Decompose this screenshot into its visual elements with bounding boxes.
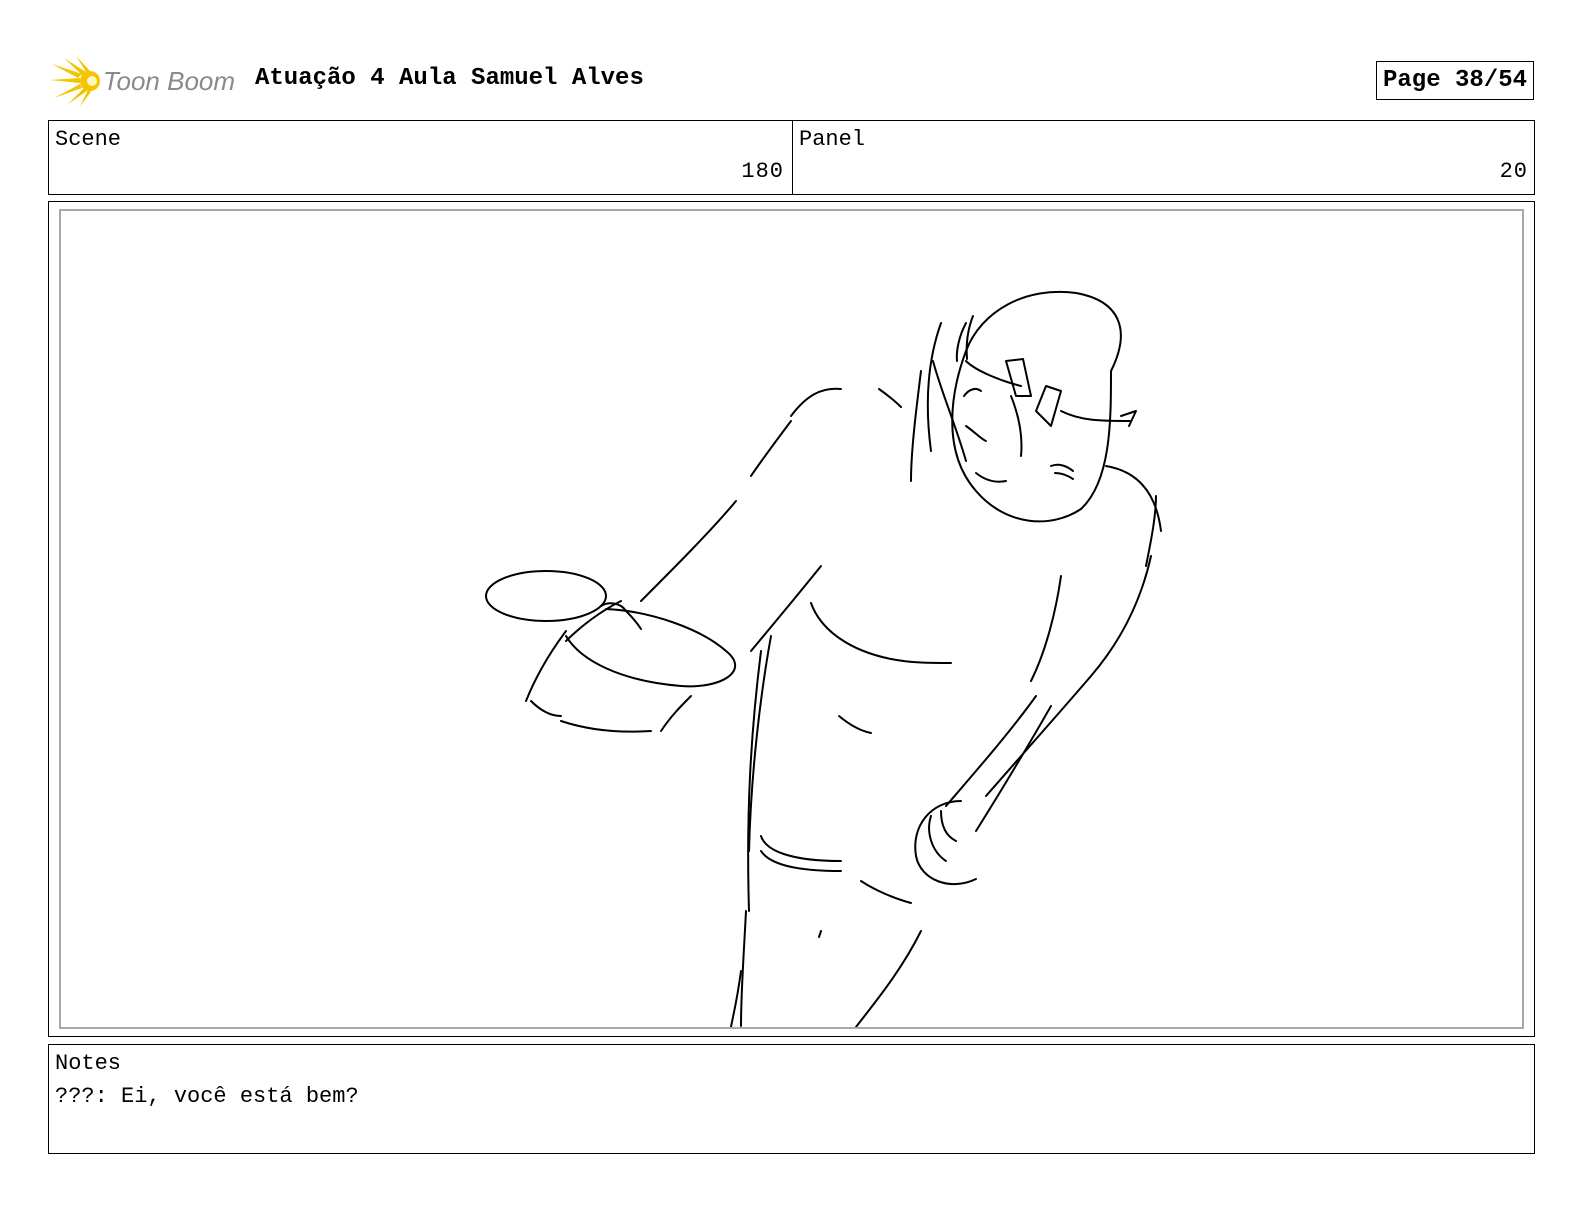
project-title: Atuação 4 Aula Samuel Alves: [255, 65, 644, 92]
notes-text: ???: Ei, você está bem?: [55, 1084, 359, 1109]
panel-frame: [48, 201, 1535, 1037]
panel-label: Panel: [799, 127, 866, 152]
logo-wordmark: Toon Boom: [103, 66, 235, 96]
character-sketch: [485, 290, 1162, 1027]
toon-boom-logo: Toon Boom: [50, 56, 240, 106]
panel-number: 20: [1499, 159, 1528, 184]
info-divider: [792, 121, 793, 194]
notes-section: Notes ???: Ei, você está bem?: [48, 1044, 1535, 1154]
page-indicator: Page 38/54: [1376, 61, 1534, 100]
toon-boom-burst-icon: Toon Boom: [50, 56, 235, 106]
panel-image-area: [59, 209, 1524, 1029]
scene-number: 180: [741, 159, 784, 184]
notes-label: Notes: [55, 1051, 122, 1076]
scene-label: Scene: [55, 127, 122, 152]
scene-panel-info: Scene 180 Panel 20: [48, 120, 1535, 195]
